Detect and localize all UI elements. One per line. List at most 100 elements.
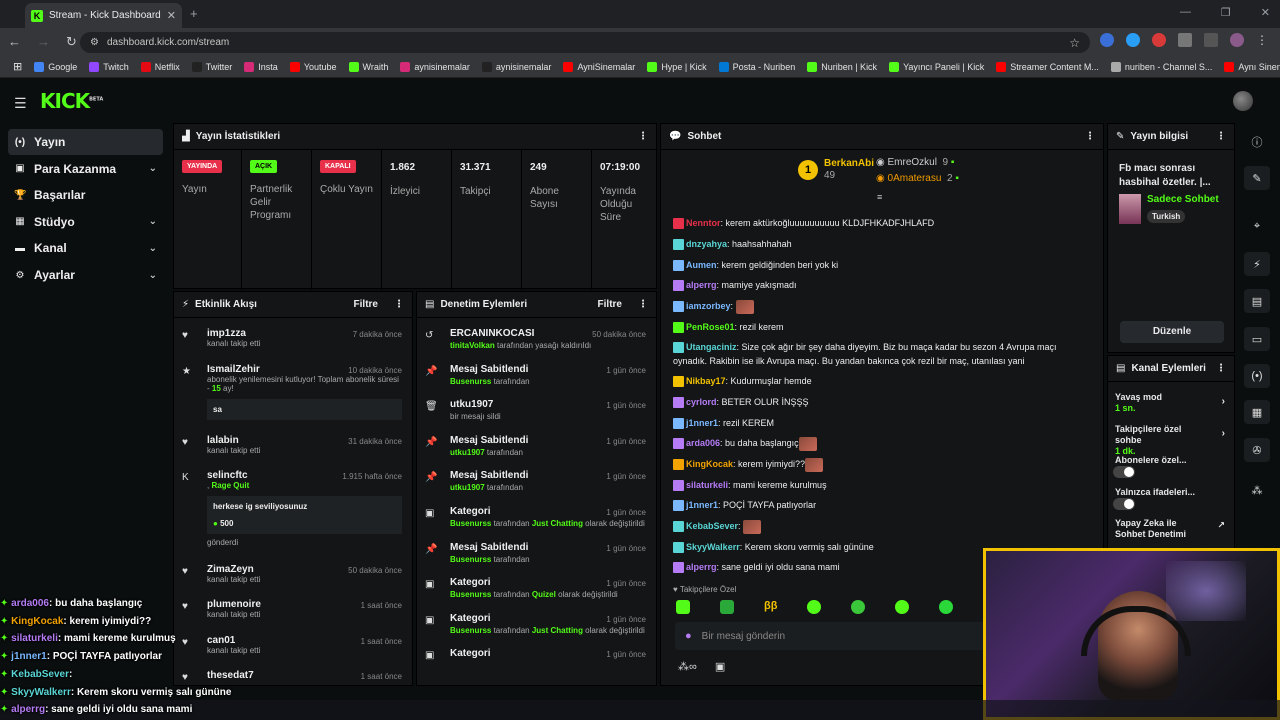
maximize-icon[interactable]: ❐ xyxy=(1221,6,1231,19)
address-bar[interactable]: ⚙ dashboard.kick.com/stream ☆ xyxy=(80,32,1090,53)
channel-action[interactable]: Takipçilere özel sohbe 1 dk. › xyxy=(1115,424,1229,457)
chat-username[interactable]: iamzorbey xyxy=(686,301,731,311)
chat-username[interactable]: silaturkeli xyxy=(686,480,728,490)
minimize-icon[interactable]: — xyxy=(1180,6,1191,19)
chat-username[interactable]: KebabSever xyxy=(686,521,738,531)
channel-action[interactable]: Abonelere özel... xyxy=(1113,455,1229,478)
edit-icon[interactable]: ✎ xyxy=(1244,166,1270,190)
bookmark-item[interactable]: Hype | Kick xyxy=(642,61,711,72)
sidebar-item-kanal[interactable]: ▬ Kanal ⌄ xyxy=(8,235,163,261)
emote-icon[interactable] xyxy=(939,600,954,614)
puzzle-icon[interactable] xyxy=(1178,33,1192,47)
chat-username[interactable]: j1nner1 xyxy=(686,500,718,510)
reload-icon[interactable]: ↻ xyxy=(66,34,77,50)
pin-collapse-icon[interactable]: ≡ xyxy=(877,192,882,202)
bookmark-item[interactable]: Nuriben | Kick xyxy=(802,61,882,72)
browser-tab[interactable]: K Stream - Kick Dashboard ✕ xyxy=(25,3,182,28)
top-gifter-name[interactable]: BerkanAbi xyxy=(824,158,874,170)
chat-username[interactable]: PenRose01 xyxy=(686,322,735,332)
bookmark-item[interactable]: nuriben - Channel S... xyxy=(1106,61,1218,72)
bookmark-item[interactable]: Twitter xyxy=(187,61,238,72)
channel-action[interactable]: Yavaş mod 1 sn. › xyxy=(1115,392,1229,414)
emote-icon[interactable] xyxy=(720,600,734,614)
apps-icon[interactable]: ⊞ xyxy=(8,60,27,73)
reading-list-icon[interactable] xyxy=(1204,33,1218,47)
category-name[interactable]: Sadece Sohbet xyxy=(1147,194,1219,205)
more-options-icon[interactable]: ⋮ xyxy=(1216,363,1226,374)
chat-icon[interactable]: ▭ xyxy=(1244,327,1270,351)
bookmark-item[interactable]: Streamer Content M... xyxy=(991,61,1104,72)
gifter-name[interactable]: EmreOzkul xyxy=(888,157,937,168)
chat-username[interactable]: dnzyahya xyxy=(686,239,727,249)
bookmark-item[interactable]: aynisinemalar xyxy=(477,61,557,72)
hamburger-menu-icon[interactable]: ☰ xyxy=(14,95,27,112)
bookmark-item[interactable]: Wraith xyxy=(344,61,394,72)
emote-icon[interactable] xyxy=(676,600,690,614)
edit-button[interactable]: Düzenle xyxy=(1120,321,1224,343)
extension-icon[interactable] xyxy=(1152,33,1166,47)
chat-username[interactable]: Aumen xyxy=(686,260,717,270)
chat-username[interactable]: SkyyWalkerr xyxy=(686,542,740,552)
chat-username[interactable]: j1nner1 xyxy=(686,418,718,428)
emote-icon[interactable] xyxy=(851,600,866,614)
profile-icon[interactable] xyxy=(1230,33,1244,47)
close-tab-icon[interactable]: ✕ xyxy=(167,9,176,22)
sidebar-item-yayın[interactable]: (•) Yayın xyxy=(8,129,163,155)
channel-action[interactable]: Yapay Zeka ile Sohbet Denetimi ↗ xyxy=(1115,518,1229,540)
bookmark-item[interactable]: Aynı Sinemalar - Ça... xyxy=(1219,61,1280,72)
sidebar-item-ayarlar[interactable]: ⚙ Ayarlar ⌄ xyxy=(8,262,163,288)
sidebar-item-stüdyo[interactable]: ▦ Stüdyo ⌄ xyxy=(8,209,163,235)
extension-icon[interactable] xyxy=(1126,33,1140,47)
more-options-icon[interactable]: ⋮ xyxy=(1085,131,1095,142)
bookmark-item[interactable]: AyniSinemalar xyxy=(558,61,640,72)
document-icon[interactable]: ▤ xyxy=(1244,289,1270,313)
chat-input[interactable]: ● Bir mesaj gönderin xyxy=(675,622,985,650)
forward-icon[interactable]: → xyxy=(37,34,50,50)
microphone-icon[interactable]: ● xyxy=(685,630,692,642)
more-options-icon[interactable]: ⋮ xyxy=(394,299,404,310)
moderation-filter-button[interactable]: Filtre xyxy=(598,299,622,310)
bookmark-item[interactable]: Insta xyxy=(239,61,283,72)
chat-username[interactable]: arda006 xyxy=(686,438,720,448)
kick-logo[interactable]: KICKBETA xyxy=(40,89,103,113)
new-tab-button[interactable]: + xyxy=(190,6,198,21)
layout-icon[interactable]: ⌖ xyxy=(1244,214,1270,238)
chat-username[interactable]: KingKocak xyxy=(686,459,733,469)
chat-username[interactable]: Utangaciniz xyxy=(686,342,737,352)
chat-username[interactable]: alperrg xyxy=(686,562,717,572)
back-icon[interactable]: ← xyxy=(8,34,21,50)
channel-action[interactable]: Yalnızca ifadeleri... xyxy=(1113,487,1229,510)
extension-icon[interactable] xyxy=(1100,33,1114,47)
emote-icon[interactable] xyxy=(895,600,910,614)
toggle-switch[interactable] xyxy=(1113,497,1135,510)
activity-filter-button[interactable]: Filtre xyxy=(354,299,378,310)
layers-icon[interactable]: ▦ xyxy=(1244,400,1270,424)
bookmark-item[interactable]: Yayıncı Paneli | Kick xyxy=(884,61,989,72)
chat-username[interactable]: alperrg xyxy=(686,280,717,290)
info-icon[interactable]: ⓘ xyxy=(1244,130,1270,154)
menu-dots-icon[interactable]: ⋮ xyxy=(1256,33,1270,47)
broadcast-icon[interactable]: (•) xyxy=(1244,364,1270,388)
user-avatar[interactable] xyxy=(1233,91,1253,111)
users-icon[interactable]: ⁂∞ xyxy=(678,660,697,673)
emote-icon[interactable]: ββ xyxy=(764,600,777,614)
more-options-icon[interactable]: ⋮ xyxy=(1216,131,1226,142)
bookmark-item[interactable]: Posta - Nuriben xyxy=(714,61,801,72)
chat-username[interactable]: Nenntor xyxy=(686,218,721,228)
more-options-icon[interactable]: ⋮ xyxy=(638,131,648,142)
more-options-icon[interactable]: ⋮ xyxy=(638,299,648,310)
users-icon[interactable]: ⁂ xyxy=(1244,478,1270,502)
lightning-icon[interactable]: ⚡ xyxy=(1244,252,1270,276)
bookmark-item[interactable]: Netflix xyxy=(136,61,185,72)
bookmark-item[interactable]: Youtube xyxy=(285,61,342,72)
sidebar-item-para-kazanma[interactable]: ▣ Para Kazanma ⌄ xyxy=(8,156,163,182)
bookmark-item[interactable]: aynisinemalar xyxy=(395,61,475,72)
gifter-name[interactable]: 0Amaterasu xyxy=(888,173,942,184)
chat-username[interactable]: Nikbay17 xyxy=(686,376,726,386)
bookmark-star-icon[interactable]: ☆ xyxy=(1069,36,1080,50)
chat-username[interactable]: cyrlord xyxy=(686,397,717,407)
toggle-switch[interactable] xyxy=(1113,466,1135,478)
sidebar-item-başarılar[interactable]: 🏆 Başarılar xyxy=(8,182,163,208)
site-info-icon[interactable]: ⚙ xyxy=(90,37,99,48)
emote-icon[interactable] xyxy=(807,600,822,614)
